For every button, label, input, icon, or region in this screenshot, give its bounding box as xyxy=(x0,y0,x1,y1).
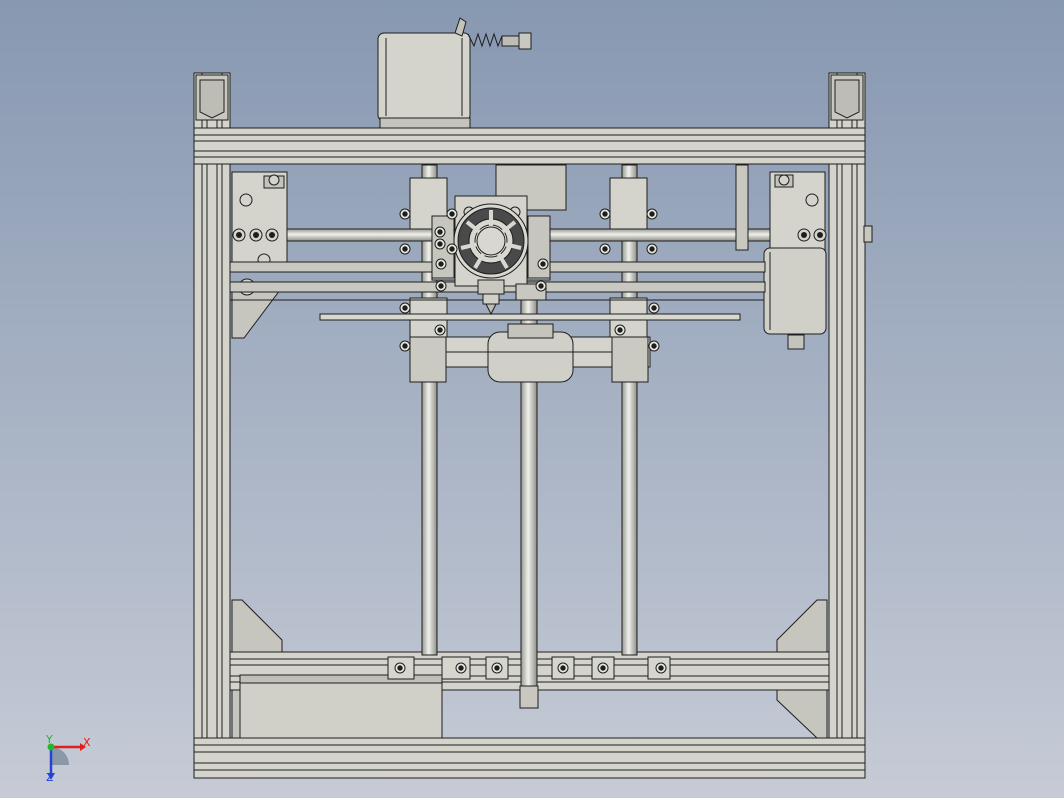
bolt-socket xyxy=(402,246,408,252)
bolt-socket xyxy=(651,305,657,311)
corner-bracket xyxy=(231,599,283,653)
extruder-motor xyxy=(377,17,471,129)
cad-viewport[interactable]: X Y Z xyxy=(0,0,1064,798)
build-plate xyxy=(319,313,741,321)
bolt-socket xyxy=(540,261,546,267)
x-axis-label: X xyxy=(83,736,91,749)
side-knob xyxy=(863,225,873,243)
x-end-right xyxy=(735,164,827,350)
bolt-socket xyxy=(402,305,408,311)
bolt-socket xyxy=(649,211,655,217)
bolt-socket xyxy=(560,665,566,671)
bolt-socket xyxy=(438,283,444,289)
bolt-socket xyxy=(494,665,500,671)
bolt-socket xyxy=(600,665,606,671)
frame-bottom-beam xyxy=(193,737,866,779)
bolt-socket xyxy=(402,343,408,349)
frame-top-beam xyxy=(193,127,866,165)
extruder-tension-spring xyxy=(467,32,532,50)
bolt-socket xyxy=(402,211,408,217)
bolt-socket xyxy=(458,665,464,671)
y-axis-label: Y xyxy=(46,733,53,746)
z-screw-coupler xyxy=(519,685,539,709)
bolt-socket xyxy=(437,327,443,333)
frame-right-post xyxy=(828,72,866,779)
bolt-socket xyxy=(449,211,455,217)
bolt-socket xyxy=(602,246,608,252)
bolt-socket xyxy=(649,246,655,252)
bolt-socket xyxy=(658,665,664,671)
bolt-socket xyxy=(651,343,657,349)
corner-bracket xyxy=(776,599,828,653)
x-end-left xyxy=(231,171,288,296)
power-supply-box xyxy=(239,674,443,739)
frame-left-post xyxy=(193,72,231,779)
corner-bracket xyxy=(231,289,281,339)
corner-bracket xyxy=(776,689,828,739)
bolt-socket xyxy=(449,246,455,252)
bolt-socket xyxy=(602,211,608,217)
bolt-socket xyxy=(397,665,403,671)
bolt-socket xyxy=(438,261,444,267)
printer-assembly-drawing xyxy=(47,17,873,780)
cooling-fan xyxy=(453,203,529,279)
bolt-socket xyxy=(437,229,443,235)
bolt-socket xyxy=(617,327,623,333)
bolt-socket xyxy=(538,283,544,289)
z-axis-label: Z xyxy=(46,771,54,784)
bolt-socket xyxy=(437,241,443,247)
